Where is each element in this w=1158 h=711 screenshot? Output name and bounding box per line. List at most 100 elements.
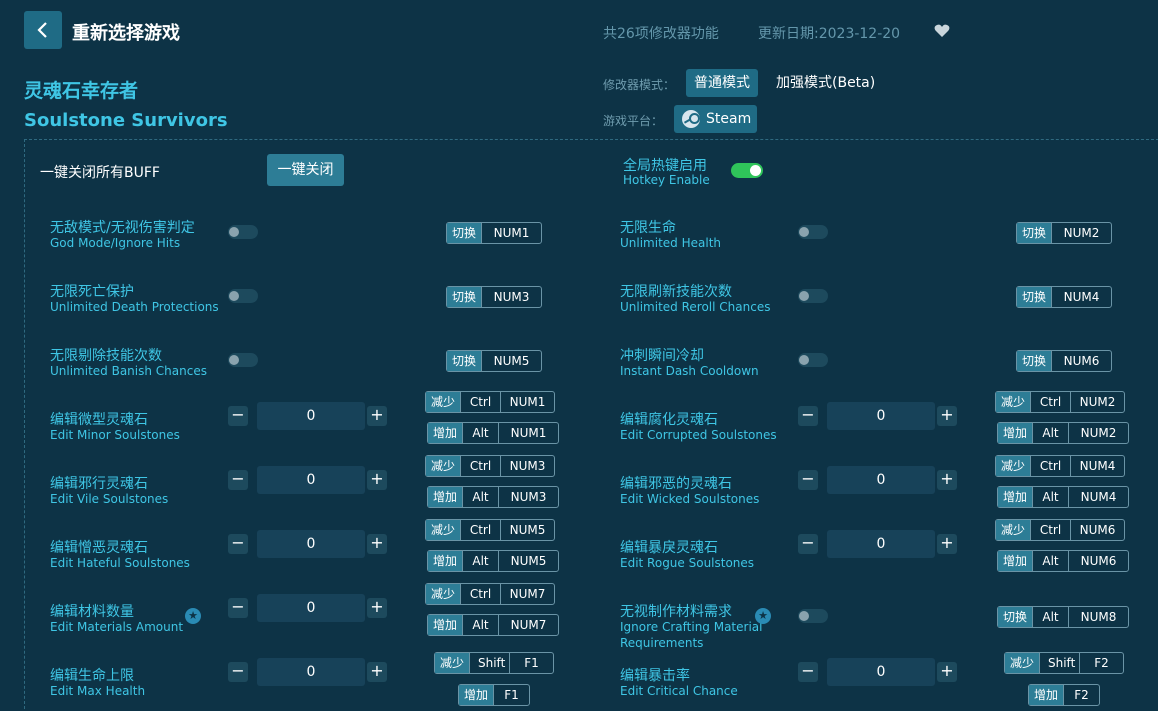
page-title: 重新选择游戏 xyxy=(72,23,180,44)
hotkey-key: Alt xyxy=(462,423,498,443)
feature-toggle[interactable] xyxy=(798,225,828,239)
value-input[interactable]: 0 xyxy=(257,402,365,430)
hotkey-box[interactable]: 切换 NUM6 xyxy=(1016,350,1112,372)
hotkey-box[interactable]: 增加 Alt NUM5 xyxy=(427,550,559,572)
feature-label-en: Edit Materials Amount xyxy=(50,620,184,634)
value-input[interactable]: 0 xyxy=(257,530,365,558)
hotkey-box[interactable]: 切换 NUM5 xyxy=(446,350,542,372)
feature-label-cn: 冲刺瞬间冷却 xyxy=(620,348,704,364)
decrement-button[interactable]: − xyxy=(228,470,248,490)
hotkey-action-label: 减少 xyxy=(1005,653,1039,673)
value-input[interactable]: 0 xyxy=(257,658,365,686)
feature-label-en: Edit Wicked Soulstones xyxy=(620,492,760,506)
hotkey-box[interactable]: 切换 Alt NUM8 xyxy=(997,606,1129,628)
hotkey-key: Ctrl xyxy=(460,584,500,604)
hotkey-action-label: 增加 xyxy=(998,423,1032,443)
hotkey-action-label: 切换 xyxy=(998,607,1032,627)
decrement-button[interactable]: − xyxy=(228,406,248,426)
hotkey-enable-toggle[interactable] xyxy=(731,163,763,178)
hotkey-box[interactable]: 增加 Alt NUM4 xyxy=(997,486,1129,508)
hotkey-key: Alt xyxy=(1032,423,1068,443)
enhanced-mode-button[interactable]: 加强模式(Beta) xyxy=(768,69,883,97)
hotkey-key: NUM7 xyxy=(500,584,554,604)
feature-label-en: Instant Dash Cooldown xyxy=(620,364,759,378)
hotkey-box[interactable]: 增加 Alt NUM3 xyxy=(427,486,559,508)
increment-button[interactable]: + xyxy=(367,534,387,554)
decrement-button[interactable]: − xyxy=(228,598,248,618)
feature-row: 无限生命 Unlimited Health 切换 NUM2 xyxy=(620,217,1158,277)
decrement-button[interactable]: − xyxy=(798,406,818,426)
hotkey-key: NUM1 xyxy=(500,392,554,412)
feature-label-cn: 无敌模式/无视伤害判定 xyxy=(50,220,195,236)
feature-row: 编辑生命上限 Edit Max Health −0 + 减少 Shift F1 增加 F1 xyxy=(50,652,610,711)
increment-button[interactable]: + xyxy=(937,662,957,682)
decrement-button[interactable]: − xyxy=(798,534,818,554)
normal-mode-button[interactable]: 普通模式 xyxy=(686,69,758,97)
hotkey-key: NUM5 xyxy=(500,520,554,540)
hotkey-box[interactable]: 减少 Ctrl NUM1 xyxy=(425,391,555,413)
hotkey-box[interactable]: 切换 NUM2 xyxy=(1016,222,1112,244)
platform-name: Steam xyxy=(706,111,752,127)
feature-toggle[interactable] xyxy=(798,609,828,623)
feature-toggle[interactable] xyxy=(798,289,828,303)
feature-label-en: Edit Rogue Soulstones xyxy=(620,556,755,570)
feature-toggle[interactable] xyxy=(228,289,258,303)
hotkey-box[interactable]: 增加 Alt NUM6 xyxy=(997,550,1129,572)
increment-button[interactable]: + xyxy=(937,470,957,490)
hotkey-box[interactable]: 切换 NUM4 xyxy=(1016,286,1112,308)
steam-platform-button[interactable]: Steam xyxy=(674,105,757,133)
increment-button[interactable]: + xyxy=(937,406,957,426)
increment-button[interactable]: + xyxy=(367,470,387,490)
all-off-button[interactable]: 一键关闭 xyxy=(267,154,344,186)
hotkey-box[interactable]: 减少 Ctrl NUM3 xyxy=(425,455,555,477)
hotkey-box[interactable]: 减少 Ctrl NUM4 xyxy=(995,455,1125,477)
hotkey-enable-label-cn: 全局热键启用 xyxy=(623,158,707,174)
hotkey-key: F2 xyxy=(1063,685,1099,705)
feature-label-cn: 无视制作材料需求 xyxy=(620,604,732,620)
feature-toggle[interactable] xyxy=(228,225,258,239)
decrement-button[interactable]: − xyxy=(798,470,818,490)
hotkey-box[interactable]: 减少 Ctrl NUM5 xyxy=(425,519,555,541)
hotkey-box[interactable]: 减少 Ctrl NUM7 xyxy=(425,583,555,605)
hotkey-box[interactable]: 减少 Shift F1 xyxy=(434,652,554,674)
hotkey-box[interactable]: 增加 Alt NUM1 xyxy=(427,422,559,444)
hotkey-key: F2 xyxy=(1079,653,1123,673)
feature-toggle[interactable] xyxy=(798,353,828,367)
feature-label-cn: 无限生命 xyxy=(620,220,676,236)
feature-row: 无限死亡保护 Unlimited Death Protections 切换 NUM3 xyxy=(50,281,610,341)
hotkey-action-label: 增加 xyxy=(1029,685,1063,705)
hotkey-box[interactable]: 减少 Shift F2 xyxy=(1004,652,1124,674)
increment-button[interactable]: + xyxy=(367,662,387,682)
hotkey-box[interactable]: 增加 F2 xyxy=(1028,684,1100,706)
hotkey-box[interactable]: 减少 Ctrl NUM6 xyxy=(995,519,1125,541)
hotkey-box[interactable]: 切换 NUM3 xyxy=(446,286,542,308)
value-input[interactable]: 0 xyxy=(827,530,935,558)
hotkey-key: NUM5 xyxy=(481,351,541,371)
hotkey-box[interactable]: 切换 NUM1 xyxy=(446,222,542,244)
back-button[interactable] xyxy=(24,11,62,49)
decrement-button[interactable]: − xyxy=(228,662,248,682)
hotkey-box[interactable]: 增加 Alt NUM2 xyxy=(997,422,1129,444)
increment-button[interactable]: + xyxy=(367,598,387,618)
feature-toggle[interactable] xyxy=(228,353,258,367)
game-title-en: Soulstone Survivors xyxy=(24,110,228,131)
feature-label-en: Edit Corrupted Soulstones xyxy=(620,428,777,442)
value-input[interactable]: 0 xyxy=(257,594,365,622)
increment-button[interactable]: + xyxy=(367,406,387,426)
feature-label-cn: 编辑暴击率 xyxy=(620,668,690,684)
hotkey-box[interactable]: 增加 Alt NUM7 xyxy=(427,614,559,636)
steam-icon xyxy=(682,110,700,128)
decrement-button[interactable]: − xyxy=(798,662,818,682)
value-input[interactable]: 0 xyxy=(827,658,935,686)
value-input[interactable]: 0 xyxy=(257,466,365,494)
hotkey-box[interactable]: 增加 F1 xyxy=(458,684,530,706)
hotkey-box[interactable]: 减少 Ctrl NUM2 xyxy=(995,391,1125,413)
decrement-button[interactable]: − xyxy=(228,534,248,554)
hotkey-enable-label-en: Hotkey Enable xyxy=(623,173,710,187)
value-input[interactable]: 0 xyxy=(827,402,935,430)
hotkey-action-label: 增加 xyxy=(998,487,1032,507)
feature-row: 无限刷新技能次数 Unlimited Reroll Chances 切换 NUM4 xyxy=(620,281,1158,341)
favorite-heart-icon[interactable] xyxy=(934,23,950,42)
value-input[interactable]: 0 xyxy=(827,466,935,494)
increment-button[interactable]: + xyxy=(937,534,957,554)
